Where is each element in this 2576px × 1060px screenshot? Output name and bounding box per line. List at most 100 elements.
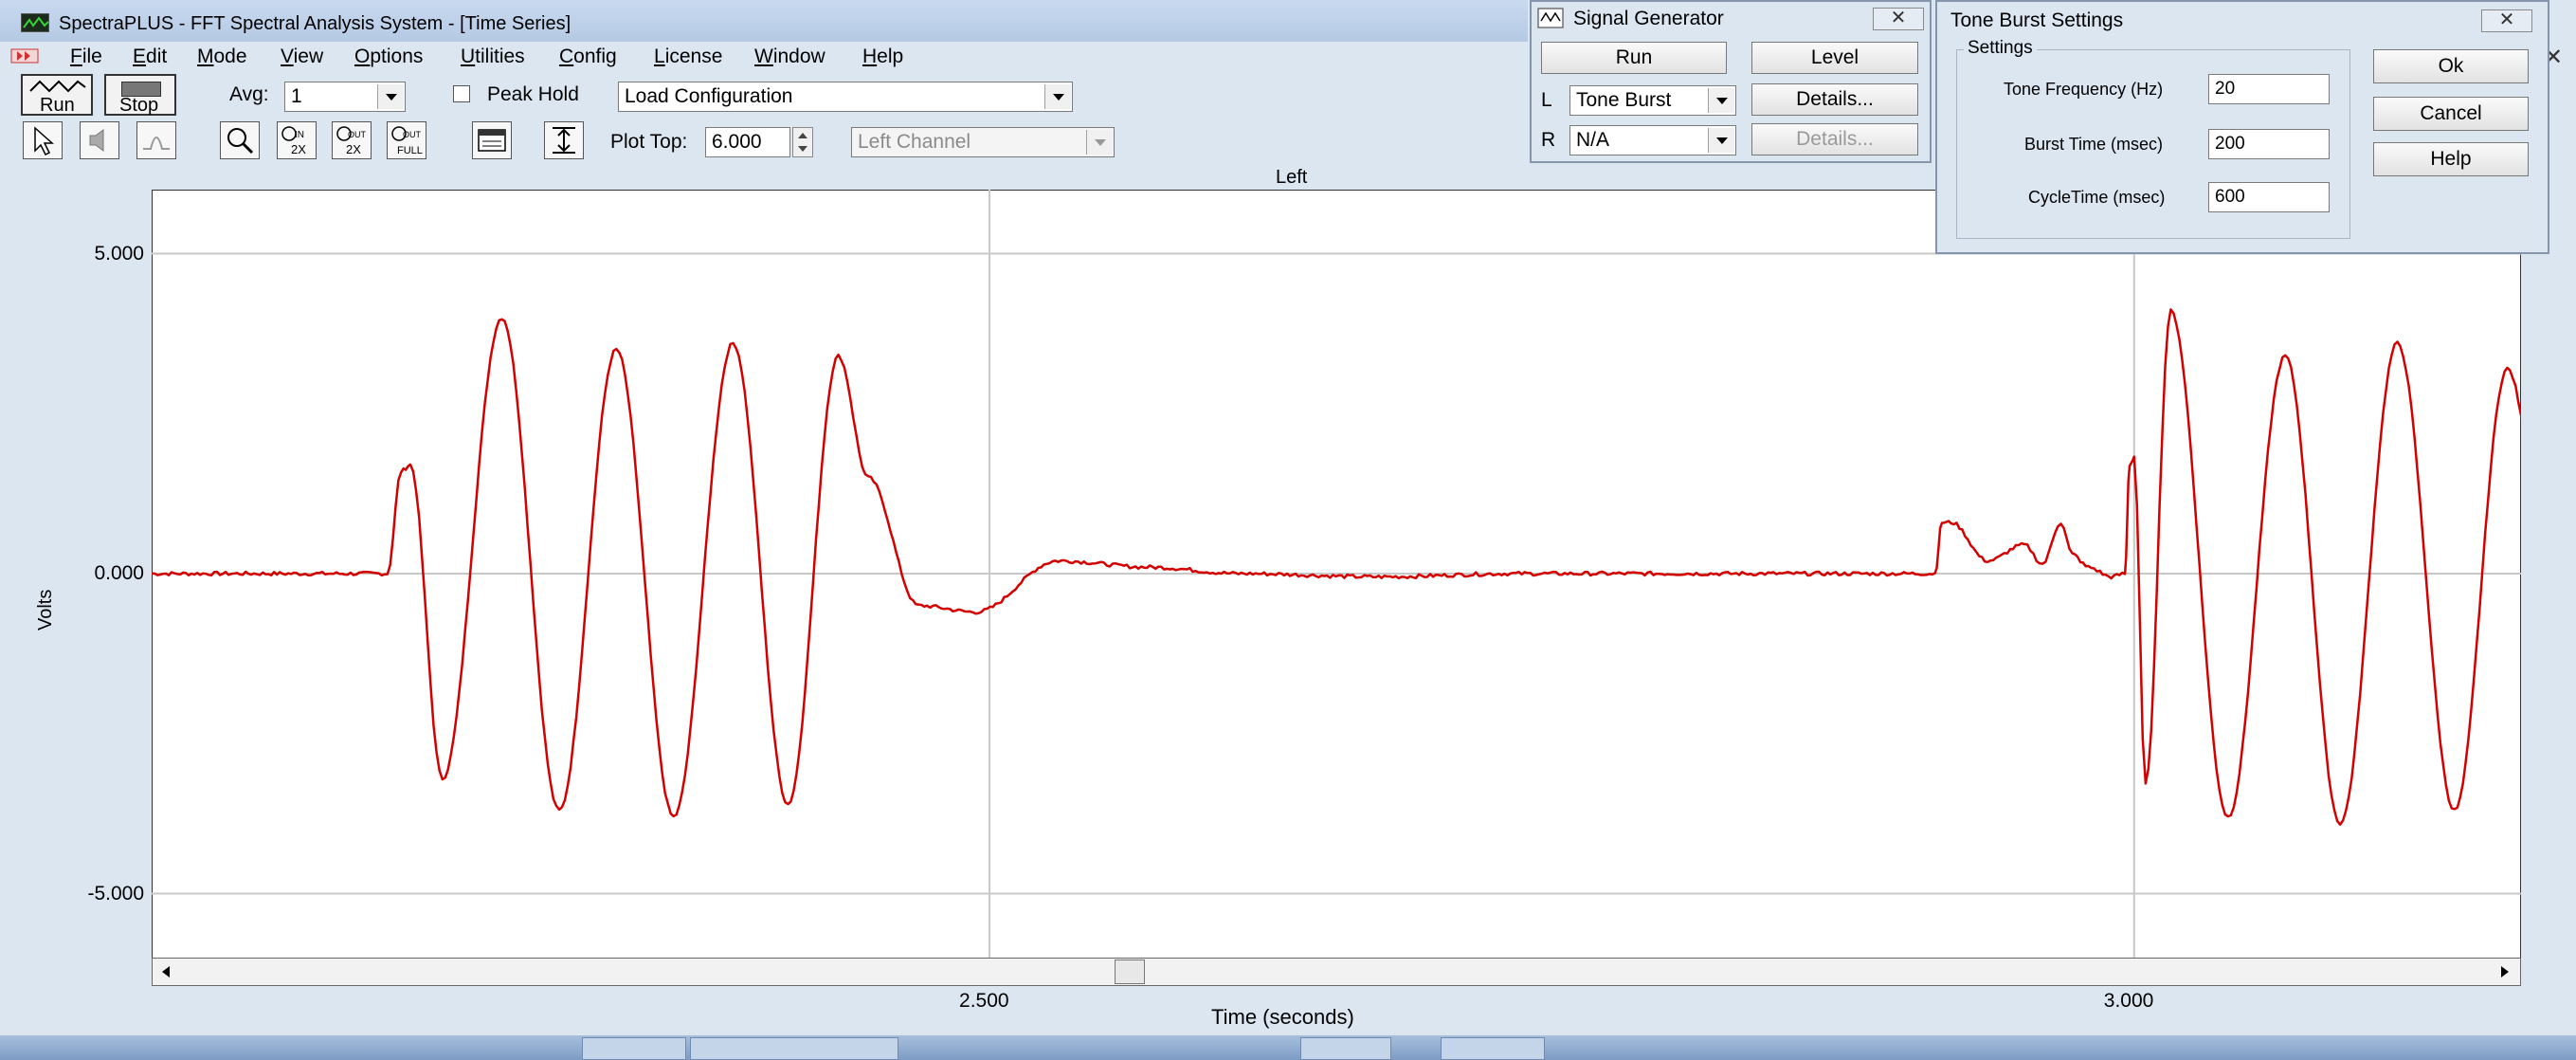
spin-icon[interactable] [792, 127, 813, 157]
zoom-in-2x-icon: IN 2X [281, 126, 306, 156]
tone-burst-title: Tone Burst Settings [1950, 9, 2124, 31]
cycle-time-input[interactable]: 600 [2208, 182, 2330, 212]
zoom-out-full-icon: OUT FULL [391, 126, 423, 156]
menu-mode[interactable]: Mode [197, 46, 247, 68]
vertical-resize-icon [553, 127, 575, 154]
left-channel-label: L [1541, 89, 1552, 111]
chevron-down-icon[interactable] [1708, 128, 1734, 153]
vertical-resize-button[interactable] [544, 121, 584, 159]
svg-text:IN: IN [295, 130, 304, 140]
zoom-out-2x-icon: OUT 2X [336, 126, 367, 156]
pointer-button[interactable] [23, 121, 63, 159]
tone-frequency-input[interactable]: 20 [2208, 74, 2330, 104]
svg-text:FULL: FULL [397, 145, 423, 156]
stop-label: Stop [119, 95, 159, 116]
window-title: SpectraPLUS - FFT Spectral Analysis Syst… [59, 13, 571, 34]
menu-doc-icon[interactable] [9, 46, 42, 66]
plot-top-input[interactable]: 6.000 [705, 127, 790, 157]
magnifier-icon [227, 128, 254, 155]
channel-value: Left Channel [858, 131, 971, 153]
x-axis-label: Time (seconds) [1211, 1005, 1354, 1029]
signal-generator-icon [1537, 8, 1564, 28]
signal-trace [152, 308, 2521, 826]
peak-button[interactable] [136, 121, 176, 159]
menu-help[interactable]: Help [862, 46, 903, 68]
zoom-in-2x-button[interactable]: IN 2X [277, 121, 317, 159]
help-button[interactable]: Help [2373, 142, 2529, 176]
zoom-button[interactable] [220, 121, 260, 159]
y-tick-label: 0.000 [94, 562, 144, 584]
speaker-icon [89, 129, 104, 152]
peak-icon [143, 137, 170, 150]
scroll-left-icon[interactable] [156, 962, 175, 981]
scroll-thumb[interactable] [1115, 959, 1145, 984]
peak-hold-label: Peak Hold [487, 83, 579, 105]
x-tick-label: 2.500 [959, 990, 1009, 1012]
y-tick-label: -5.000 [87, 882, 144, 905]
taskbar-item[interactable] [1300, 1037, 1391, 1060]
cancel-button[interactable]: Cancel [2373, 97, 2529, 131]
sg-run-button[interactable]: Run [1541, 42, 1727, 74]
right-details-button[interactable]: Details... [1751, 123, 1918, 155]
avg-value: 1 [291, 85, 302, 107]
menu-config[interactable]: Config [559, 46, 617, 68]
plot-top-value: 6.000 [712, 131, 762, 153]
run-wave-icon [29, 80, 86, 93]
tone-frequency-label: Tone Frequency (Hz) [2004, 80, 2164, 99]
taskbar-item[interactable] [1441, 1037, 1545, 1060]
chevron-down-icon[interactable] [1044, 84, 1071, 109]
taskbar-item[interactable] [690, 1037, 898, 1060]
stop-button[interactable]: Stop [104, 74, 176, 116]
config-select[interactable]: Load Configuration [618, 82, 1073, 112]
window-icon [478, 129, 506, 152]
svg-text:OUT: OUT [403, 130, 422, 139]
tone-burst-dialog: Tone Burst Settings ✕ Settings Tone Freq… [1935, 0, 2549, 254]
window-button[interactable] [472, 121, 512, 159]
sg-level-button[interactable]: Level [1751, 42, 1918, 74]
run-label: Run [40, 95, 75, 116]
chevron-down-icon[interactable] [1086, 130, 1113, 155]
config-value: Load Configuration [625, 85, 793, 107]
chevron-down-icon[interactable] [1708, 88, 1734, 113]
app-icon [21, 13, 49, 32]
burst-time-input[interactable]: 200 [2208, 129, 2330, 159]
menu-edit[interactable]: Edit [133, 46, 167, 68]
menu-options[interactable]: Options [354, 46, 423, 68]
x-tick-label: 3.000 [2103, 990, 2154, 1012]
channel-select[interactable]: Left Channel [851, 127, 1115, 157]
time-series-plot[interactable] [152, 190, 2521, 958]
svg-text:OUT: OUT [348, 130, 367, 139]
plot-top-label: Plot Top: [610, 131, 688, 153]
chevron-down-icon[interactable] [377, 84, 404, 109]
taskbar [0, 1035, 2576, 1060]
menu-file[interactable]: File [70, 46, 102, 68]
taskbar-item[interactable] [582, 1037, 686, 1060]
zoom-out-2x-button[interactable]: OUT 2X [332, 121, 372, 159]
right-type-value: N/A [1576, 129, 1610, 151]
pointer-icon [34, 126, 54, 156]
y-axis-label: Volts [35, 589, 56, 631]
peak-hold-checkbox[interactable] [453, 85, 470, 102]
svg-text:2X: 2X [291, 142, 306, 156]
zoom-out-full-button[interactable]: OUT FULL [387, 121, 426, 159]
speaker-button[interactable] [80, 121, 119, 159]
signal-generator-dialog: Signal Generator ✕ Run Level L Tone Burs… [1530, 0, 1932, 163]
chart-title: Left [1276, 167, 1308, 188]
scroll-right-icon[interactable] [2495, 962, 2514, 981]
burst-time-label: Burst Time (msec) [2024, 135, 2164, 154]
signal-generator-title: Signal Generator [1573, 8, 1724, 29]
left-type-value: Tone Burst [1576, 89, 1672, 111]
ok-button[interactable]: Ok [2373, 49, 2529, 83]
menu-utilities[interactable]: Utilities [461, 46, 525, 68]
run-button[interactable]: Run [21, 74, 93, 116]
menu-view[interactable]: View [281, 46, 323, 68]
menu-window[interactable]: Window [754, 46, 825, 68]
menu-license[interactable]: License [654, 46, 722, 68]
y-tick-label: 5.000 [94, 242, 144, 265]
left-details-button[interactable]: Details... [1751, 83, 1918, 116]
avg-label: Avg: [229, 83, 269, 105]
horizontal-scrollbar[interactable] [152, 958, 2521, 986]
close-icon[interactable]: ✕ [2481, 9, 2532, 32]
close-icon[interactable]: ✕ [1873, 8, 1924, 30]
svg-text:2X: 2X [346, 142, 361, 156]
